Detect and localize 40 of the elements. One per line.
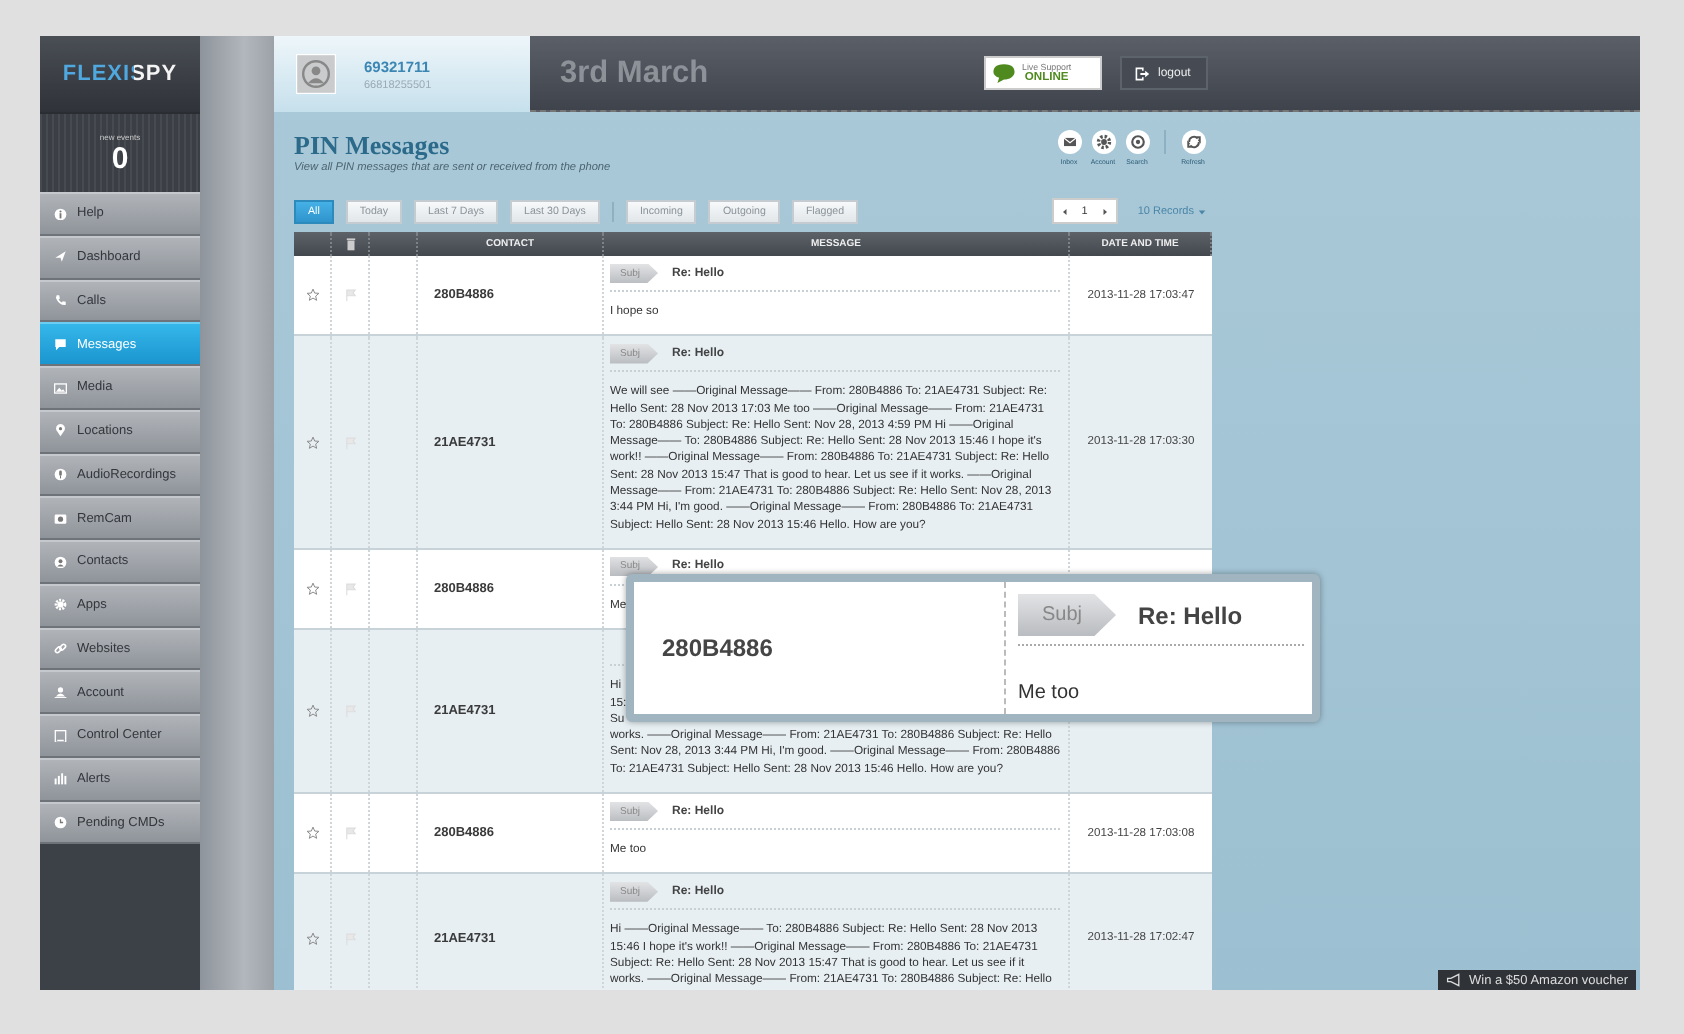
date-title: 3rd March xyxy=(560,55,711,91)
link-icon xyxy=(54,642,67,656)
gear-icon[interactable] xyxy=(1091,130,1115,154)
prev-icon[interactable] xyxy=(1059,205,1070,217)
monitor-icon xyxy=(54,729,67,743)
star-icon[interactable] xyxy=(305,435,319,450)
logo: FLEXISPY xyxy=(62,62,178,86)
image-icon xyxy=(54,381,67,395)
pin-icon xyxy=(54,424,67,438)
star-icon[interactable] xyxy=(305,826,319,841)
clock-icon xyxy=(54,816,67,830)
contact-icon xyxy=(54,555,67,569)
megaphone-icon xyxy=(1445,972,1461,988)
subject-text: Re: Hello xyxy=(1138,601,1243,629)
star-icon[interactable] xyxy=(305,582,319,597)
chat-icon xyxy=(54,337,67,351)
logout-icon xyxy=(1134,65,1150,81)
star-icon[interactable] xyxy=(305,288,319,303)
events-count: 0 xyxy=(111,141,129,175)
phone-icon xyxy=(54,294,67,308)
star-icon[interactable] xyxy=(305,931,319,946)
signal-icon xyxy=(54,772,67,786)
chat-icon xyxy=(992,62,1016,84)
avatar-icon xyxy=(296,54,336,94)
message-text: Me too xyxy=(1018,682,1082,704)
user-icon xyxy=(54,685,67,699)
caret-icon xyxy=(1198,207,1206,215)
microphone-icon xyxy=(54,468,67,482)
plane-icon xyxy=(54,250,67,264)
camera-icon xyxy=(54,511,67,525)
subject-tag: Subj xyxy=(1018,594,1117,636)
info-icon xyxy=(54,207,67,221)
page-title: PIN Messages xyxy=(294,130,452,162)
gear-icon xyxy=(54,598,67,612)
next-icon[interactable] xyxy=(1099,205,1110,217)
contact-text: 280B4886 xyxy=(662,634,773,662)
trash-icon[interactable] xyxy=(343,236,357,252)
refresh-icon[interactable] xyxy=(1181,130,1205,154)
star-icon[interactable] xyxy=(305,704,319,719)
mail-icon[interactable] xyxy=(1057,130,1081,154)
